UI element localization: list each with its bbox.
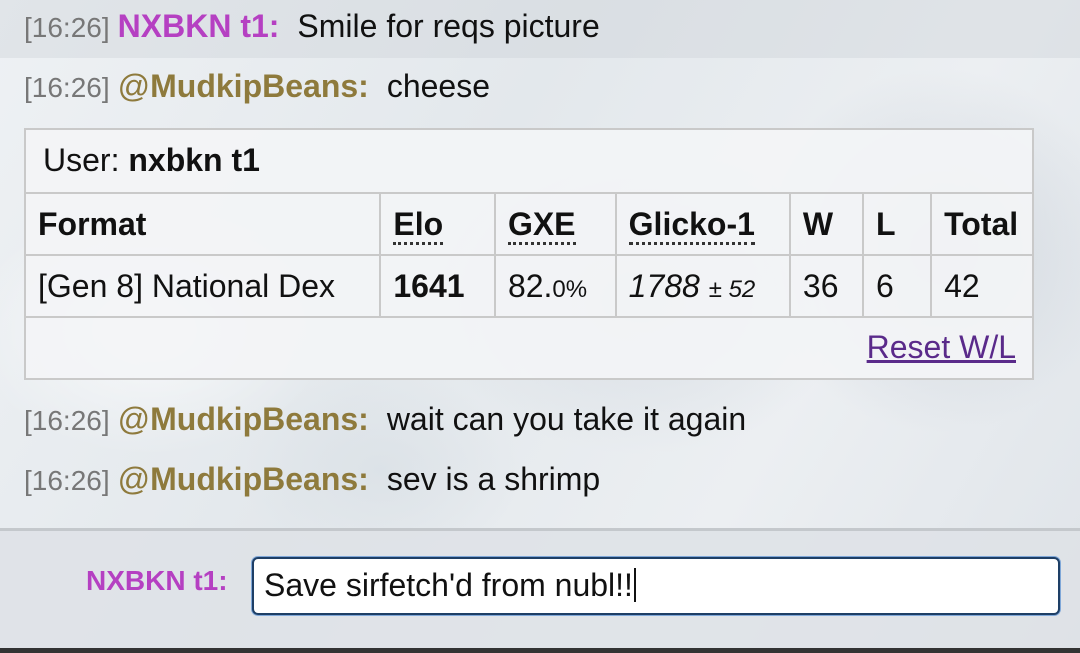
user-label: User: (43, 142, 120, 178)
cell-elo: 1641 (379, 254, 496, 318)
rank-symbol: @ (117, 68, 151, 104)
text-caret (633, 568, 636, 602)
rank-symbol: @ (117, 461, 151, 497)
header-l: L (861, 194, 933, 256)
glicko-deviation: ± 52 (708, 275, 756, 303)
chat-message: [16:26] @MudkipBeans: cheese (24, 68, 490, 105)
header-w: W (788, 194, 864, 256)
bottom-edge (0, 648, 1080, 653)
message-input[interactable]: Save sirfetch'd from nubl!! (252, 557, 1060, 615)
gxe-main: 82. (507, 267, 553, 304)
timestamp: [16:26] (24, 72, 110, 103)
ranking-box: User: nxbkn t1 Format Elo GXE Glicko-1 W… (24, 128, 1034, 380)
ranking-table: Format Elo GXE Glicko-1 W L Total [Gen 8… (26, 194, 1032, 318)
glicko-main: 1788 (628, 267, 700, 304)
user-name: nxbkn t1 (128, 142, 260, 178)
chat-message: [16:26] NXBKN t1: Smile for reqs picture (24, 8, 600, 45)
username-text: MudkipBeans: (150, 461, 369, 497)
message-text: Smile for reqs picture (297, 8, 600, 44)
header-format: Format (26, 194, 382, 256)
timestamp: [16:26] (24, 12, 110, 43)
cell-l: 6 (861, 254, 933, 318)
username[interactable]: NXBKN t1: (118, 8, 280, 44)
username[interactable]: @MudkipBeans: (118, 461, 369, 497)
chat-message: [16:26] @MudkipBeans: wait can you take it… (24, 401, 746, 438)
cell-total: 42 (930, 254, 1032, 318)
cell-format: [Gen 8] National Dex (26, 254, 382, 318)
composer-username: NXBKN t1: (86, 565, 228, 596)
message-text: sev is a shrimp (386, 461, 601, 497)
table-row: [Gen 8] National Dex 1641 82.0% 1788 ± 5… (26, 254, 1032, 318)
chat-log: [16:26] NXBKN t1: Smile for reqs picture [… (0, 0, 1080, 530)
username-text: MudkipBeans: (150, 68, 369, 104)
header-total: Total (930, 194, 1032, 256)
timestamp: [16:26] (24, 405, 110, 436)
username[interactable]: @MudkipBeans: (118, 68, 369, 104)
gxe-small: 0% (552, 275, 588, 303)
rank-symbol: @ (117, 401, 151, 437)
message-composer: NXBKN t1: Save sirfetch'd from nubl!! (0, 531, 1080, 653)
cell-gxe: 82.0% (493, 254, 617, 318)
username-text: MudkipBeans: (150, 401, 369, 437)
header-gxe: GXE (493, 194, 617, 256)
username[interactable]: @MudkipBeans: (118, 401, 369, 437)
header-glicko: Glicko-1 (614, 194, 791, 256)
timestamp: [16:26] (24, 465, 110, 496)
chat-message: [16:26] @MudkipBeans: sev is a shrimp (24, 461, 600, 498)
header-elo-label[interactable]: Elo (393, 205, 444, 245)
ranking-user: User: nxbkn t1 (26, 130, 1032, 194)
header-elo: Elo (379, 194, 496, 256)
reset-wl-link[interactable]: Reset W/L (867, 329, 1016, 366)
header-glicko-label[interactable]: Glicko-1 (628, 205, 755, 245)
message-text: wait can you take it again (386, 401, 747, 437)
table-header-row: Format Elo GXE Glicko-1 W L Total (26, 194, 1032, 256)
header-gxe-label[interactable]: GXE (507, 205, 576, 245)
elo-value: 1641 (393, 267, 465, 304)
cell-w: 36 (788, 254, 864, 318)
message-text: cheese (386, 68, 490, 104)
message-input-text: Save sirfetch'd from nubl!! (264, 567, 633, 603)
cell-glicko: 1788 ± 52 (614, 254, 791, 318)
